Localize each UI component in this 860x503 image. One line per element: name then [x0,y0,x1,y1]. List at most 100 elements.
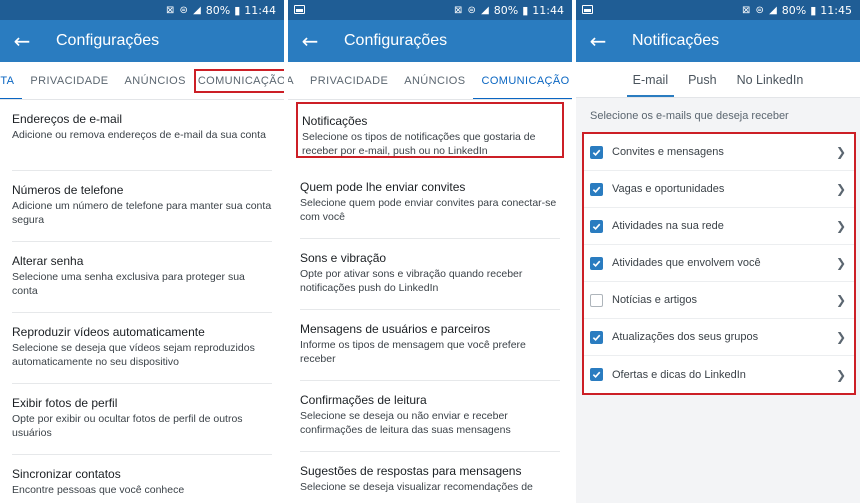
setting-profile-photos[interactable]: Exibir fotos de perfil Opte por exibir o… [12,384,272,455]
checkmark-icon [592,334,601,341]
chevron-right-icon[interactable]: ❯ [836,330,846,344]
checkbox[interactable] [590,256,603,270]
tab-anuncios[interactable]: ANÚNCIOS [117,62,194,99]
setting-title: Reproduzir vídeos automaticamente [12,325,205,339]
tab-comunicacao[interactable]: COMUNICAÇÃO [473,62,572,99]
checkmark-icon [592,186,601,193]
checkbox[interactable] [590,330,603,344]
setting-title: Notificações [302,114,368,128]
setting-title: Sugestões de respostas para mensagens [300,464,522,478]
settings-screen-account: ⊠ ⊜ ◢ 80% ▮ 11:44 ← Configurações NTA PR… [0,0,284,503]
setting-member-messages[interactable]: Mensagens de usuários e parceiros Inform… [300,310,560,381]
battery-icon: ▮ [522,3,529,17]
setting-phone-numbers[interactable]: Números de telefone Adicione um número d… [12,171,272,242]
status-bar: ⊠ ⊜ ◢ 80% ▮ 11:45 [576,0,860,20]
checkbox[interactable] [590,293,603,307]
checkmark-icon [592,371,601,379]
tab-anuncios[interactable]: ANÚNCIOS [396,62,473,99]
tab-no-linkedin[interactable]: No LinkedIn [727,62,814,97]
setting-notifications[interactable]: Notificações Selecione os tipos de notif… [296,102,564,158]
email-option-row[interactable]: Notícias e artigos ❯ [584,282,854,319]
email-option-row[interactable]: Atualizações dos seus grupos ❯ [584,319,854,356]
email-option-label: Ofertas e dicas do LinkedIn [612,368,746,381]
clock: 11:44 [532,3,564,17]
setting-invitations[interactable]: Quem pode lhe enviar convites Selecione … [300,168,560,239]
setting-sync-contacts[interactable]: Sincronizar contatos Encontre pessoas qu… [12,455,272,503]
email-option-label: Notícias e artigos [612,294,697,306]
email-option-row[interactable]: Vagas e oportunidades ❯ [584,171,854,208]
battery-icon: ▮ [810,3,817,17]
setting-description: Informe os tipos de mensagem que você pr… [300,339,526,365]
chevron-right-icon[interactable]: ❯ [836,182,846,196]
back-arrow-icon[interactable]: ← [288,29,332,53]
status-bar: ⊠ ⊜ ◢ 80% ▮ 11:44 [288,0,572,20]
status-bar: ⊠ ⊜ ◢ 80% ▮ 11:44 [0,0,284,20]
tab-comunicacao[interactable]: COMUNICAÇÃO [193,68,284,93]
chevron-right-icon[interactable]: ❯ [836,219,846,233]
section-label: Selecione os e-mails que deseja receber [590,110,789,122]
email-options-list: Convites e mensagens ❯ Vagas e oportunidad… [582,132,856,395]
chevron-right-icon[interactable]: ❯ [836,368,846,382]
back-arrow-icon[interactable]: ← [576,29,620,53]
notifications-screen: ⊠ ⊜ ◢ 80% ▮ 11:45 ← Notificações E-mail … [576,0,860,503]
battery-level: 80% [205,3,231,17]
setting-sounds-vibration[interactable]: Sons e vibração Opte por ativar sons e v… [300,239,560,310]
setting-email-addresses[interactable]: Endereços de e-mail Adicione ou remova e… [12,100,272,171]
setting-autoplay-videos[interactable]: Reproduzir vídeos automaticamente Seleci… [12,313,272,384]
signal-icons: ⊠ ⊜ ◢ [741,4,778,16]
setting-description: Adicione um número de telefone para mant… [12,200,272,226]
setting-change-password[interactable]: Alterar senha Selecione uma senha exclus… [12,242,272,313]
setting-read-receipts[interactable]: Confirmações de leitura Selecione se des… [300,381,560,452]
checkbox[interactable] [590,368,603,381]
setting-description: Selecione se deseja ou não enviar e rece… [300,410,511,436]
email-option-label: Atualizações dos seus grupos [612,331,759,343]
image-notification-icon [294,5,305,14]
clock: 11:45 [820,3,852,17]
setting-description: Selecione se deseja que vídeos sejam rep… [12,342,255,368]
tab-privacidade[interactable]: PRIVACIDADE [302,62,396,99]
setting-description: Opte por exibir ou ocultar fotos de perf… [12,413,243,439]
back-arrow-icon[interactable]: ← [0,29,44,53]
chevron-right-icon[interactable]: ❯ [836,293,846,307]
settings-list: Notificações Selecione os tipos de notif… [288,102,572,503]
checkbox[interactable] [590,145,603,159]
settings-screen-communication: ⊠ ⊜ ◢ 80% ▮ 11:44 ← Configurações TA PRI… [288,0,572,503]
checkmark-icon [592,223,601,230]
setting-description: Selecione quem pode enviar convites para… [300,197,557,223]
tab-bar: NTA PRIVACIDADE ANÚNCIOS COMUNICAÇÃO [0,62,284,100]
app-bar: ← Configurações [288,20,572,62]
tab-conta[interactable]: NTA [0,62,23,99]
setting-description: Selecione os tipos de notificações que g… [302,131,536,157]
chevron-right-icon[interactable]: ❯ [836,145,846,159]
setting-title: Sincronizar contatos [12,467,121,481]
checkmark-icon [592,149,601,156]
email-option-row[interactable]: Convites e mensagens ❯ [584,134,854,171]
email-option-row[interactable]: Atividades na sua rede ❯ [584,208,854,245]
setting-description: Selecione se deseja visualizar recomenda… [300,481,533,493]
email-option-row[interactable]: Atividades que envolvem você ❯ [584,245,854,282]
setting-title: Confirmações de leitura [300,393,427,407]
checkmark-icon [592,260,601,267]
page-title: Configurações [56,32,160,49]
tab-email[interactable]: E-mail [623,62,678,97]
setting-description: Selecione uma senha exclusiva para prote… [12,271,245,297]
chevron-right-icon[interactable]: ❯ [836,256,846,270]
tab-push[interactable]: Push [678,62,727,97]
settings-list: Endereços de e-mail Adicione ou remova e… [0,100,284,503]
setting-title: Alterar senha [12,254,84,268]
page-title: Configurações [344,32,448,49]
email-option-label: Vagas e oportunidades [612,183,725,195]
tab-conta[interactable]: TA [288,62,302,99]
notification-channel-tabs: E-mail Push No LinkedIn [576,62,860,98]
signal-icons: ⊠ ⊜ ◢ [453,4,490,16]
battery-icon: ▮ [234,3,241,17]
tab-privacidade[interactable]: PRIVACIDADE [22,62,116,99]
email-option-label: Atividades que envolvem você [612,257,761,269]
checkbox[interactable] [590,219,603,233]
email-option-row[interactable]: Ofertas e dicas do LinkedIn ❯ [584,356,854,393]
setting-smart-replies[interactable]: Sugestões de respostas para mensagens Se… [300,452,560,503]
checkbox[interactable] [590,182,603,196]
setting-title: Exibir fotos de perfil [12,396,118,410]
email-option-label: Convites e mensagens [612,146,724,158]
email-option-label: Atividades na sua rede [612,220,724,232]
